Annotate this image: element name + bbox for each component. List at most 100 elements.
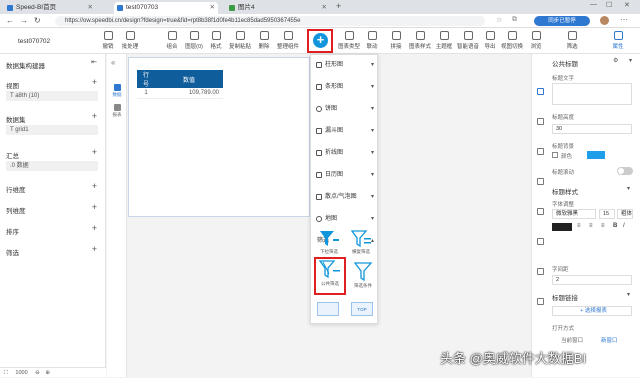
view-switch-button[interactable]: 视图切换 — [500, 31, 524, 50]
zoom-out-icon[interactable]: ⊖ — [35, 370, 40, 376]
add-component-button[interactable]: + — [307, 29, 333, 53]
zoom-in-icon[interactable]: ⊕ — [45, 370, 50, 376]
menu-item-line-chart[interactable]: 折线图 ▾ — [311, 147, 379, 159]
tile-filter-toggle[interactable] — [317, 302, 339, 316]
rail-item-layout[interactable] — [533, 208, 547, 216]
fit-icon[interactable]: ⛶ — [4, 370, 8, 376]
title-height-input[interactable]: 30 — [552, 124, 632, 134]
undo-button[interactable]: 撤销 — [96, 31, 120, 50]
browser-tab-design[interactable]: test070703 ✕ — [114, 2, 218, 14]
dropdown-filter-option[interactable]: 下拉筛选 — [315, 229, 343, 255]
menu-item-column-chart[interactable]: 柱形图 ▾ — [311, 59, 379, 71]
add-row-dimension-icon[interactable]: + — [92, 181, 97, 191]
sync-paused-button[interactable]: 同步已暂停 — [534, 16, 590, 26]
menu-item-bar-chart[interactable]: 条形图 ▾ — [311, 81, 379, 93]
align-right-icon[interactable]: ≡ — [601, 223, 605, 229]
zoom-level[interactable]: 1000 — [15, 370, 27, 376]
preview-button[interactable]: 浏览 — [524, 31, 548, 50]
theme-button[interactable]: 主题框 — [432, 31, 456, 50]
bold-icon[interactable]: B — [613, 223, 617, 229]
italic-icon[interactable]: I — [623, 223, 625, 229]
chevron-down-icon[interactable]: ▾ — [627, 291, 630, 298]
export-button[interactable]: 导出 — [478, 31, 502, 50]
collections-icon[interactable]: ⧉ — [512, 16, 517, 24]
forward-icon[interactable]: → — [20, 16, 28, 26]
rail-item-title[interactable] — [533, 88, 547, 96]
add-column-dimension-icon[interactable]: + — [92, 202, 97, 212]
collapse-icon[interactable]: ⇤ — [91, 58, 97, 66]
menu-item-funnel-chart[interactable]: 漏斗图 ▾ — [311, 125, 379, 137]
font-size-input[interactable]: 15 — [599, 209, 615, 219]
rail-item-event[interactable] — [533, 298, 547, 306]
rail-item-report[interactable]: 报表 — [109, 104, 125, 118]
voice-button[interactable]: 智能语音 — [456, 31, 480, 50]
rail-item-data[interactable]: 数据 — [109, 84, 125, 98]
bg-color-swatch[interactable] — [587, 151, 605, 159]
font-name-select[interactable]: 微软雅黑 — [552, 209, 596, 219]
open-current-window-option[interactable]: 当前窗口 — [561, 336, 583, 344]
filter-condition-option[interactable]: 筛选条件 — [349, 261, 377, 289]
url-field[interactable]: https://ow.speedbi.cn/design?fdesign=tru… — [55, 16, 485, 26]
font-weight-select[interactable]: 粗体 — [617, 209, 633, 219]
rail-item-style[interactable] — [533, 148, 547, 156]
slider-filter-option[interactable]: 横复筛选 — [347, 229, 375, 255]
arrange-button[interactable]: 整理组件 — [276, 31, 300, 50]
avatar[interactable] — [600, 16, 609, 25]
settings-icon[interactable]: ⚙ — [613, 57, 618, 64]
menu-item-calendar-chart[interactable]: 日历图 ▾ — [311, 169, 379, 181]
title-text-input[interactable] — [552, 83, 632, 105]
properties-button[interactable]: 属性 — [606, 31, 630, 50]
copy-paste-button[interactable]: 复制粘贴 — [228, 31, 252, 50]
add-sort-icon[interactable]: + — [92, 223, 97, 233]
data-table[interactable]: 行号 数值 1 109,789.00 — [137, 70, 223, 99]
font-color-swatch[interactable] — [552, 223, 572, 231]
menu-item-scatter-chart[interactable]: 散点/气泡图 ▾ — [311, 191, 379, 203]
back-icon[interactable]: ← — [6, 16, 14, 26]
browser-tab-home[interactable]: Speed-BI首页 ✕ — [4, 2, 96, 14]
add-view-icon[interactable]: + — [92, 77, 97, 87]
report-canvas[interactable]: 行号 数值 1 109,789.00 — [128, 57, 310, 217]
format-button[interactable]: 格式 — [204, 31, 228, 50]
link-button[interactable]: 联动 — [360, 31, 384, 50]
open-new-window-option[interactable]: 新窗口 — [601, 336, 618, 344]
chevron-down-icon[interactable]: ▾ — [629, 57, 632, 64]
table-row[interactable]: 1 109,789.00 — [137, 88, 223, 99]
add-summary-icon[interactable]: + — [92, 147, 97, 157]
browser-tab-image[interactable]: 图片4 ✕ — [226, 2, 330, 14]
minimize-icon[interactable]: — — [590, 1, 597, 8]
collapse-rail-icon[interactable]: « — [111, 58, 115, 67]
table-header-row-number[interactable]: 行号 — [137, 70, 155, 88]
close-icon[interactable]: ✕ — [322, 2, 327, 14]
refresh-icon[interactable]: ↻ — [34, 16, 41, 26]
close-window-icon[interactable]: ✕ — [624, 1, 630, 9]
top-filter-toggle[interactable]: TOP — [351, 302, 373, 316]
close-icon[interactable]: ✕ — [88, 2, 93, 14]
summary-field[interactable]: .0 数据 — [6, 161, 98, 171]
menu-item-pie-chart[interactable]: 饼图 ▾ — [311, 103, 379, 115]
add-dataset-icon[interactable]: + — [92, 111, 97, 121]
new-tab-icon[interactable]: + — [336, 1, 341, 11]
letter-spacing-input[interactable]: 2 — [552, 275, 632, 285]
title-scroll-toggle[interactable] — [617, 167, 633, 175]
rail-item-border[interactable] — [533, 178, 547, 186]
batch-button[interactable]: 批处理 — [118, 31, 142, 50]
chevron-down-icon[interactable]: ▾ — [627, 185, 630, 192]
transparent-checkbox[interactable] — [552, 152, 558, 158]
choose-report-button[interactable]: + 选择报表 — [552, 306, 632, 316]
rail-item-table[interactable] — [533, 118, 547, 126]
close-icon[interactable]: ✕ — [210, 2, 215, 14]
add-filter-icon[interactable]: + — [92, 244, 97, 254]
rail-item-text[interactable] — [533, 238, 547, 246]
rail-item-data[interactable] — [533, 268, 547, 276]
align-left-icon[interactable]: ≡ — [577, 223, 581, 229]
chart-style-button[interactable]: 图表样式 — [408, 31, 432, 50]
view-field[interactable]: T a8th (10) — [6, 91, 98, 101]
dataset-field[interactable]: T grid1 — [6, 125, 98, 135]
chart-type-button[interactable]: 图表类型 — [337, 31, 361, 50]
maximize-icon[interactable]: ☐ — [606, 1, 612, 9]
table-header-value[interactable]: 数值 — [155, 70, 223, 88]
layer-button[interactable]: 图层(0) — [182, 31, 206, 50]
star-icon[interactable]: ☆ — [496, 16, 502, 24]
group-button[interactable]: 组合 — [160, 31, 184, 50]
public-filter-option[interactable]: 公共筛选 — [314, 257, 346, 295]
